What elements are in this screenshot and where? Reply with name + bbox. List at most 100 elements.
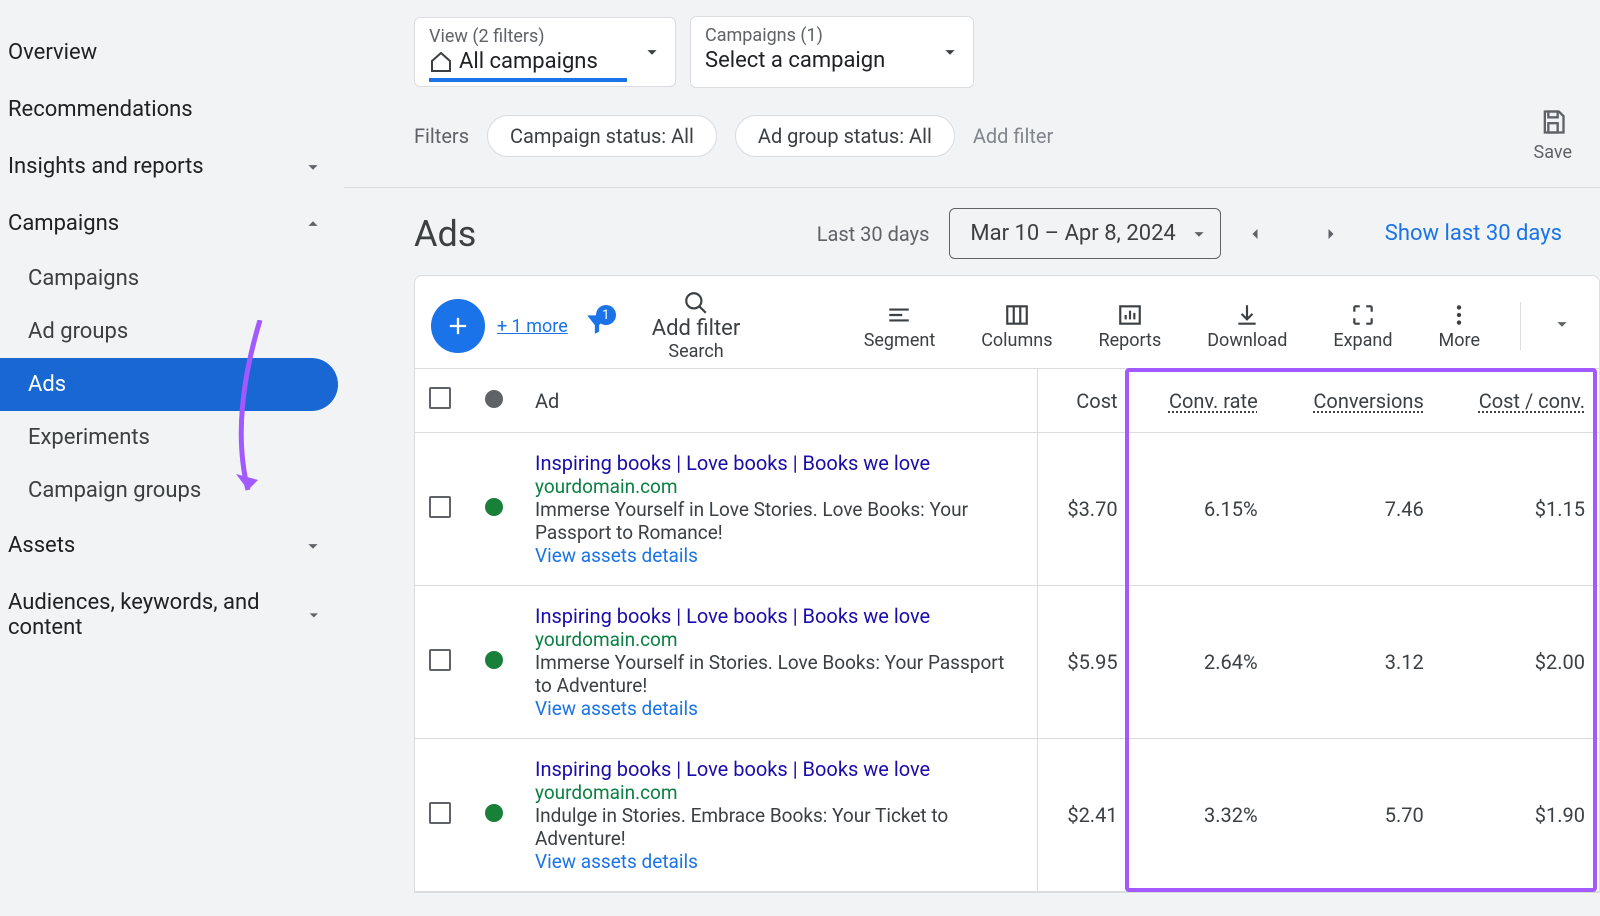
chevron-down-icon: [641, 41, 663, 63]
sidebar-recommendations-label: Recommendations: [8, 97, 193, 122]
toolbar-expand[interactable]: Expand: [1333, 302, 1392, 351]
date-range-value: Mar 10 – Apr 8, 2024: [970, 221, 1175, 246]
ad-description: Indulge in Stories. Embrace Books: Your …: [535, 804, 1023, 850]
home-icon: [429, 50, 453, 74]
reports-label: Reports: [1099, 330, 1162, 351]
ad-headline[interactable]: Inspiring books | Love books | Books we …: [535, 757, 1023, 781]
toolbar-columns[interactable]: Columns: [981, 302, 1052, 351]
more-icon: [1446, 302, 1472, 328]
row-checkbox[interactable]: [429, 802, 451, 824]
chevron-down-icon: [1188, 223, 1210, 245]
save-label: Save: [1534, 142, 1573, 163]
sidebar-item-assets[interactable]: Assets: [0, 517, 344, 574]
col-conv-rate[interactable]: Conv. rate: [1132, 369, 1272, 433]
toolbar-collapse[interactable]: [1541, 313, 1583, 339]
sidebar-item-audiences[interactable]: Audiences, keywords, and content: [0, 574, 344, 656]
cell-cost: $2.41: [1037, 739, 1131, 892]
sidebar-sub-ads[interactable]: Ads: [0, 358, 338, 411]
cell-conv-rate: 6.15%: [1132, 433, 1272, 586]
ad-url: yourdomain.com: [535, 475, 1023, 498]
status-dot-enabled[interactable]: [485, 498, 503, 516]
campaign-selector[interactable]: Campaigns (1) Select a campaign: [690, 16, 974, 88]
filter-chip-adgroup-status[interactable]: Ad group status: All: [735, 115, 955, 157]
status-header-icon: [485, 390, 503, 408]
row-checkbox[interactable]: [429, 496, 451, 518]
table-row: Inspiring books | Love books | Books we …: [415, 586, 1599, 739]
expand-icon: [1350, 302, 1376, 328]
view-selector[interactable]: View (2 filters) All campaigns: [414, 17, 676, 87]
ad-url: yourdomain.com: [535, 628, 1023, 651]
view-assets-link[interactable]: View assets details: [535, 544, 1023, 567]
filter-chip-campaign-status[interactable]: Campaign status: All: [487, 115, 717, 157]
sidebar-campaigns-label: Campaigns: [8, 211, 119, 236]
search-icon: [683, 290, 709, 316]
campaign-selector-value: Select a campaign: [705, 48, 925, 73]
columns-label: Columns: [981, 330, 1052, 351]
save-icon: [1539, 108, 1567, 136]
prev-range-button[interactable]: [1241, 220, 1269, 248]
plus-more-link[interactable]: + 1 more: [497, 316, 568, 337]
show-last-30-link[interactable]: Show last 30 days: [1385, 221, 1562, 246]
sidebar-item-insights[interactable]: Insights and reports: [0, 138, 344, 195]
sidebar-sub-adgroups[interactable]: Ad groups: [0, 305, 344, 358]
next-range-button[interactable]: [1317, 220, 1345, 248]
ad-url: yourdomain.com: [535, 781, 1023, 804]
chevron-right-icon: [1321, 224, 1341, 244]
col-ad[interactable]: Ad: [521, 369, 1037, 433]
date-range-label: Last 30 days: [817, 222, 930, 246]
col-cost-conv[interactable]: Cost / conv.: [1438, 369, 1599, 433]
view-assets-link[interactable]: View assets details: [535, 697, 1023, 720]
view-selector-value: All campaigns: [429, 49, 627, 74]
toolbar-segment[interactable]: Segment: [864, 302, 936, 351]
col-cost[interactable]: Cost: [1037, 369, 1131, 433]
main-content: View (2 filters) All campaigns Campaigns…: [344, 0, 1600, 916]
toolbar-download[interactable]: Download: [1207, 302, 1287, 351]
view-selector-label: View (2 filters): [429, 26, 627, 47]
toolbar-divider: [1520, 302, 1521, 350]
cell-cost-conv: $1.15: [1438, 433, 1599, 586]
sidebar-item-overview[interactable]: Overview: [0, 24, 344, 81]
chevron-down-icon: [302, 156, 324, 178]
chevron-down-icon: [304, 604, 324, 626]
add-ad-button[interactable]: [431, 299, 485, 353]
chevron-down-icon: [302, 535, 324, 557]
sidebar-item-campaigns[interactable]: Campaigns: [0, 195, 344, 252]
toolbar-reports[interactable]: Reports: [1099, 302, 1162, 351]
chevron-left-icon: [1245, 224, 1265, 244]
cell-conversions: 3.12: [1272, 586, 1438, 739]
ad-headline[interactable]: Inspiring books | Love books | Books we …: [535, 604, 1023, 628]
plus-icon: [444, 312, 472, 340]
sidebar: Overview Recommendations Insights and re…: [0, 0, 344, 916]
col-conversions[interactable]: Conversions: [1272, 369, 1438, 433]
more-label: More: [1439, 330, 1480, 351]
sidebar-sub-campaigns[interactable]: Campaigns: [0, 252, 344, 305]
toolbar-more[interactable]: More: [1439, 302, 1480, 351]
cell-conv-rate: 2.64%: [1132, 586, 1272, 739]
table-row: Inspiring books | Love books | Books we …: [415, 739, 1599, 892]
chevron-down-icon: [1551, 313, 1573, 335]
sidebar-sub-campaign-groups[interactable]: Campaign groups: [0, 464, 344, 517]
add-filter-link[interactable]: Add filter: [973, 124, 1053, 148]
funnel-badge: 1: [596, 305, 616, 325]
page-title: Ads: [414, 213, 476, 255]
download-icon: [1234, 302, 1260, 328]
select-all-checkbox[interactable]: [429, 387, 451, 409]
segment-label: Segment: [864, 330, 936, 351]
sidebar-overview-label: Overview: [8, 40, 97, 65]
expand-label: Expand: [1333, 330, 1392, 351]
row-checkbox[interactable]: [429, 649, 451, 671]
table-container: + 1 more 1 Add filter Search Segment: [414, 275, 1600, 893]
status-dot-enabled[interactable]: [485, 651, 503, 669]
sidebar-sub-experiments[interactable]: Experiments: [0, 411, 344, 464]
status-dot-enabled[interactable]: [485, 804, 503, 822]
filters-label: Filters: [414, 124, 469, 148]
toolbar-filter-funnel[interactable]: 1: [584, 311, 610, 341]
ad-headline[interactable]: Inspiring books | Love books | Books we …: [535, 451, 1023, 475]
cell-conversions: 5.70: [1272, 739, 1438, 892]
date-range-selector[interactable]: Mar 10 – Apr 8, 2024: [949, 208, 1220, 259]
view-assets-link[interactable]: View assets details: [535, 850, 1023, 873]
title-row: Ads Last 30 days Mar 10 – Apr 8, 2024 Sh…: [344, 188, 1600, 275]
save-button[interactable]: Save: [1534, 108, 1573, 163]
sidebar-item-recommendations[interactable]: Recommendations: [0, 81, 344, 138]
toolbar-search[interactable]: Add filter Search: [652, 290, 740, 362]
